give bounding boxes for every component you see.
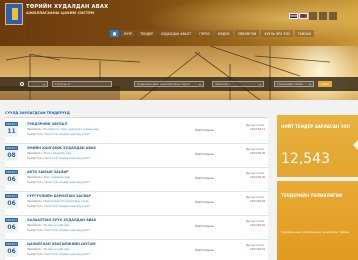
tender-plan-text: Худалдан авах ажиллагааны төлөвлөгөө, та…	[281, 231, 349, 234]
customer-link[interactable]: Зам, тээврийн яам	[43, 175, 69, 179]
date-badge: 2014.07 06	[5, 194, 18, 209]
header-glow	[120, 0, 358, 46]
nav-home-button[interactable]	[110, 30, 119, 37]
deadline-date: 2014.08.06	[250, 176, 265, 179]
chevron-left-icon	[353, 140, 358, 150]
customer-select[interactable]: Захиалагч	[212, 81, 264, 87]
tender-search-bar: Түлхүүр үг Худалдан авах ажиллагааны төр…	[0, 77, 358, 91]
tender-title-link[interactable]: ХАЛААЛТЫН ЗУУХ ХУДАЛДАН АВАХ	[27, 218, 96, 222]
deadline-date: 2014.08.01	[250, 248, 265, 251]
tender-title-link[interactable]: АВТО ЗАМЫН ЗАСВАР	[27, 170, 69, 174]
date-badge: 2014.07 06	[5, 218, 18, 233]
nav-item[interactable]: ГЭРЭЭ	[196, 30, 213, 37]
status-label: Нийтлэгдсэн	[195, 248, 214, 252]
search-toggle-icon[interactable]	[309, 12, 317, 20]
search-icon	[20, 82, 24, 86]
total-tenders-label: НИЙТ ТЕНДЕР ЗАРЛАСАН ТОО	[281, 124, 351, 129]
table-row[interactable]: 2014.07 11 ТЭНДЭРИЙН ЗАРЛАЛ Захиалагч: Б…	[5, 120, 268, 144]
customer-link[interactable]: Эрчим хүчний яам	[43, 223, 69, 227]
home-icon	[112, 31, 117, 36]
status-label: Нийтлэгдсэн	[195, 200, 214, 204]
nav-item[interactable]: НҮҮР	[121, 30, 136, 37]
tender-plan-card[interactable]: ТЕНДЕРИЙН ТӨЛӨВЛӨГӨӨ Худалдан авах ажилл…	[277, 181, 358, 260]
site-title[interactable]: ТӨРИЙН ХУДАЛДАН АВАХ	[26, 4, 108, 10]
total-tenders-card[interactable]: НИЙТ ТЕНДЕР ЗАРЛАСАН ТОО 12,543	[277, 115, 358, 177]
status-label: Нийтлэгдсэн	[195, 152, 214, 156]
table-row[interactable]: 2014.07 06 ЦАХИЛГААН ХАНГАМЖИЙН ШУГАМ За…	[5, 240, 268, 260]
tender-title-link[interactable]: ТЭНДЭРИЙН ЗАРЛАЛ	[27, 122, 67, 126]
date-badge: 2014.07 06	[5, 170, 18, 185]
status-label: Нийтлэгдсэн	[195, 224, 214, 228]
keyword-input[interactable]: Түлхүүр үг	[52, 81, 112, 87]
tender-title-link[interactable]: ЭМИЙН ХАНГАМЖ ХУДАЛДАН АВАХ	[27, 146, 96, 150]
date-select[interactable]	[28, 81, 48, 87]
table-row[interactable]: 2014.07 08 ЭМИЙН ХАНГАМЖ ХУДАЛДАН АВАХ З…	[5, 144, 268, 168]
tender-title-link[interactable]: ЦАХИЛГААН ХАНГАМЖИЙН ШУГАМ	[27, 242, 96, 246]
construction-banner-image	[0, 46, 358, 100]
tender-status-select[interactable]: Тендерийн төлөв	[274, 81, 314, 87]
site-header: ТӨРИЙН ХУДАЛДАН АВАХ АЖИЛЛАГААНЫ ЦАХИМ С…	[0, 0, 358, 46]
search-button[interactable]: Хайх	[318, 81, 332, 87]
main-content: СҮҮЛД ЗАРЛАГДСАН ТЕНДЕРҮҮД 2014.07 11 ТЭ…	[0, 100, 358, 260]
site-subtitle: АЖИЛЛАГААНЫ ЦАХИМ СИСТЕМ	[26, 11, 95, 15]
english-flag-icon[interactable]	[289, 13, 298, 19]
main-nav: НҮҮР ТЕНДЕР ХУДАЛДАН АВАЛТ ГЭРЭЭ МЭДЭЭ З…	[110, 30, 315, 38]
customer-link[interactable]: Нийслэлийн боловсролын газар	[43, 199, 88, 203]
status-label: Нийтлэгдсэн	[195, 176, 214, 180]
menu-icon[interactable]	[329, 12, 337, 20]
nav-item[interactable]: ЗӨВЛӨГӨӨ	[234, 30, 260, 37]
deadline-date: 2014.08.11	[250, 128, 265, 131]
procurement-type-select[interactable]: Худалдан авах ажиллагааны төрөл	[134, 81, 204, 87]
latest-tenders-heading: СҮҮЛД ЗАРЛАГДСАН ТЕНДЕРҮҮД	[5, 111, 70, 115]
table-row[interactable]: 2014.07 06 СУРГУУЛИЙН БАРИЛГЫН ЗАСВАР За…	[5, 192, 268, 216]
tender-plan-label: ТЕНДЕРИЙН ТӨЛӨВЛӨГӨӨ	[281, 193, 343, 198]
customer-link[interactable]: Эрчим хүчний яам	[43, 247, 69, 251]
login-icon[interactable]	[319, 12, 327, 20]
tender-list: 2014.07 11 ТЭНДЭРИЙН ЗАРЛАЛ Захиалагч: Б…	[5, 117, 268, 260]
date-badge: 2014.07 11	[5, 122, 18, 137]
deadline-date: 2014.08.04	[250, 200, 265, 203]
mongolian-flag-icon[interactable]	[299, 13, 308, 19]
total-tenders-count: 12,543	[281, 151, 330, 167]
date-badge: 2014.07 06	[5, 242, 18, 257]
table-row[interactable]: 2014.07 06 АВТО ЗАМЫН ЗАСВАР Захиалагч: …	[5, 168, 268, 192]
customer-link[interactable]: Боловсрол, соёл, шинжлэх ухааны яам	[43, 127, 98, 131]
date-badge: 2014.07 08	[5, 146, 18, 161]
soyombo-logo-icon[interactable]	[5, 3, 23, 25]
customer-link[interactable]: Эрүүл мэндийн яам	[43, 151, 71, 155]
tender-title-link[interactable]: СУРГУУЛИЙН БАРИЛГЫН ЗАСВАР	[27, 194, 91, 198]
nav-item[interactable]: ХУУЛЬ ЭРХ ЗҮЙ	[261, 30, 293, 37]
crane-silhouette-icon	[0, 46, 331, 100]
deadline-date: 2014.08.02	[250, 224, 265, 227]
nav-item[interactable]: ТЕНДЕР	[137, 30, 157, 37]
status-label: Нийтлэгдсэн	[195, 128, 214, 132]
table-row[interactable]: 2014.07 06 ХАЛААЛТЫН ЗУУХ ХУДАЛДАН АВАХ …	[5, 216, 268, 240]
deadline-date: 2014.08.06	[250, 152, 265, 155]
nav-item[interactable]: МЭДЭЭ	[214, 30, 233, 37]
nav-item[interactable]: ХУДАЛДАН АВАЛТ	[158, 30, 195, 37]
nav-item[interactable]: ТАЙЛАН	[294, 30, 315, 37]
